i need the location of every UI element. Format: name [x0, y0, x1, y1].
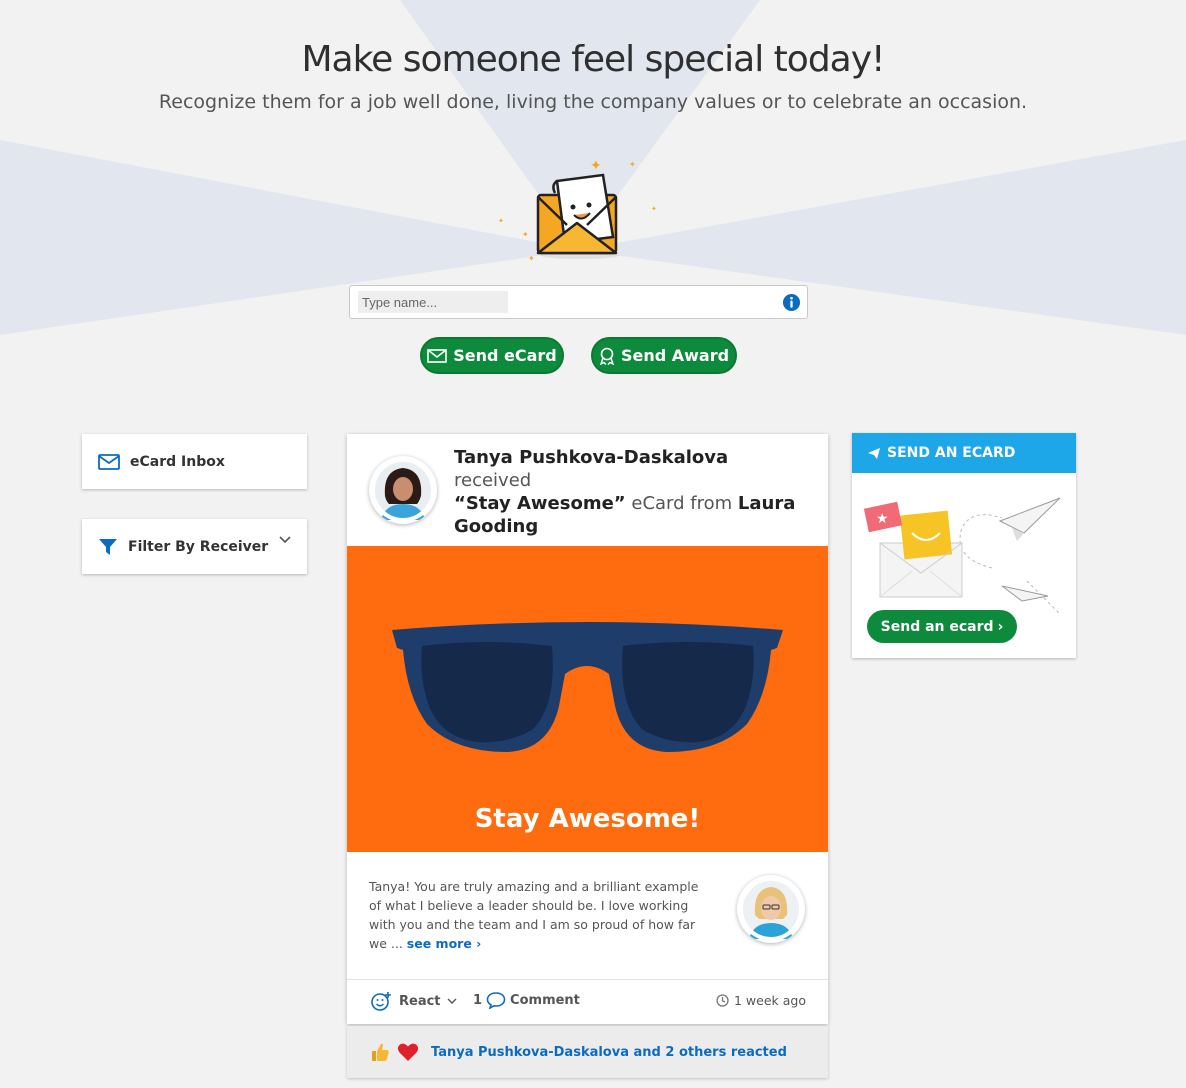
send-ecard-label: Send eCard: [453, 346, 557, 365]
paper-plane-icon: [868, 447, 880, 459]
post-actions: React 1 Comment 1 week ago: [347, 989, 828, 1017]
award-ribbon-icon: [599, 347, 615, 365]
filter-by-receiver-dropdown[interactable]: Filter By Receiver: [82, 519, 307, 574]
ecard-envelope-illustration: ★: [863, 497, 1061, 613]
ecard-caption: Stay Awesome!: [474, 804, 701, 834]
send-an-ecard-label: Send an ecard: [880, 618, 994, 635]
info-icon[interactable]: [782, 293, 801, 312]
ecard-inbox-label: eCard Inbox: [130, 453, 225, 470]
chevron-down-icon: [279, 536, 291, 544]
svg-text:★: ★: [876, 511, 889, 527]
comment-label: Comment: [510, 992, 580, 1008]
send-ecard-widget: SEND AN ECARD ★ Send an ecard ›: [852, 433, 1076, 658]
send-ecard-button[interactable]: Send eCard: [420, 337, 564, 374]
ecard-from-text: eCard from: [631, 493, 733, 514]
envelope-icon: [98, 453, 120, 470]
see-more-link[interactable]: see more ›: [407, 936, 482, 951]
thumbs-up-icon: [372, 1043, 389, 1061]
send-award-label: Send Award: [620, 346, 730, 365]
page-subtitle: Recognize them for a job well done, livi…: [158, 91, 1028, 113]
recipient-search-input[interactable]: [358, 291, 508, 313]
add-reaction-icon: [371, 992, 391, 1011]
ecard-post: Tanya Pushkova-Daskalova received “Stay …: [347, 434, 828, 1024]
filter-funnel-icon: [99, 538, 117, 555]
clock-icon: [716, 994, 729, 1007]
post-divider: [347, 979, 828, 980]
svg-text:✦: ✦: [590, 158, 602, 174]
svg-text:✦: ✦: [651, 205, 657, 213]
sender-avatar[interactable]: [737, 875, 805, 943]
send-an-ecard-button[interactable]: Send an ecard ›: [867, 610, 1017, 643]
heart-icon: [397, 1043, 419, 1061]
comment-bubble-icon: [486, 992, 506, 1009]
comment-button[interactable]: 1 Comment: [473, 991, 580, 1009]
hero: Make someone feel special today! Recogni…: [0, 0, 1186, 116]
page-title: Make someone feel special today!: [301, 39, 886, 80]
widget-heading: SEND AN ECARD: [887, 445, 1016, 461]
comment-count: 1: [473, 992, 483, 1008]
svg-text:✦: ✦: [498, 217, 504, 225]
ecard-inbox-link[interactable]: eCard Inbox: [82, 434, 307, 489]
react-label: React: [399, 993, 441, 1009]
post-header: Tanya Pushkova-Daskalova received “Stay …: [454, 446, 814, 538]
svg-text:✦: ✦: [528, 254, 535, 263]
react-button[interactable]: React: [371, 991, 457, 1011]
envelope-mascot-illustration: ✦ ✦ ✦ ✦ ✦ ✦: [498, 158, 657, 263]
envelope-icon: [427, 348, 448, 363]
svg-text:✦: ✦: [629, 160, 636, 169]
send-award-button[interactable]: Send Award: [591, 337, 737, 374]
svg-text:✦: ✦: [522, 230, 529, 239]
chevron-right-icon: ›: [997, 618, 1004, 635]
widget-header: SEND AN ECARD: [852, 433, 1076, 473]
ecard-image[interactable]: Stay Awesome!: [347, 546, 828, 852]
receiver-name[interactable]: Tanya Pushkova-Daskalova: [454, 447, 728, 468]
card-name: “Stay Awesome”: [454, 493, 626, 514]
ecard-message: Tanya! You are truly amazing and a brill…: [369, 877, 714, 953]
filter-by-receiver-label: Filter By Receiver: [128, 538, 269, 555]
post-timestamp: 1 week ago: [716, 993, 806, 1008]
reactions-summary-text: Tanya Pushkova-Daskalova and 2 others re…: [431, 1044, 787, 1060]
recipient-search-box: [349, 285, 808, 319]
time-ago: 1 week ago: [734, 993, 806, 1008]
reactions-summary-bar[interactable]: Tanya Pushkova-Daskalova and 2 others re…: [347, 1026, 828, 1078]
chevron-down-icon: [447, 998, 457, 1004]
received-text: received: [454, 470, 532, 491]
receiver-avatar[interactable]: [369, 456, 437, 524]
